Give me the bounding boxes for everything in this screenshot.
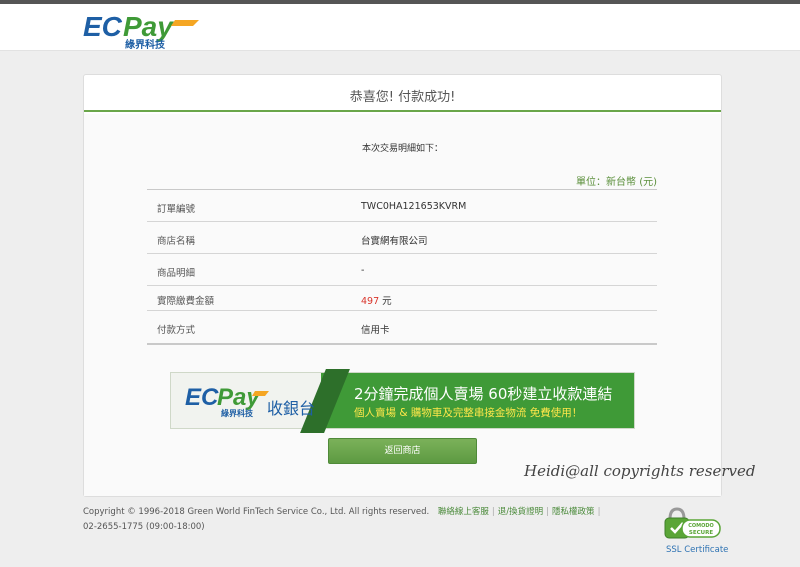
site-header: EC Pay 綠界科技 (0, 4, 800, 51)
table-row-store-name: 商店名稱 台實網有限公司 (147, 222, 657, 254)
footer-link-privacy-policy[interactable]: 隱私權政策 (552, 507, 595, 517)
row-label: 商品明細 (157, 268, 196, 279)
back-to-store-button[interactable]: 返回商店 (328, 438, 477, 464)
ssl-badge-brand: COMODO (688, 523, 714, 529)
amount-number: 497 (361, 296, 380, 307)
ssl-certificate-label[interactable]: SSL Certificate (666, 545, 728, 555)
ssl-badge-secure: SECURE (689, 530, 713, 536)
item-details-value: - (361, 265, 365, 276)
svg-text:EC: EC (83, 11, 123, 42)
amount-value: 497 元 (361, 293, 392, 307)
success-title: 恭喜您! 付款成功! (349, 90, 456, 105)
transaction-details-table: 訂單編號 TWC0HA121653KVRM 商店名稱 台實網有限公司 商品明細 … (147, 189, 657, 345)
footer-link-customer-service[interactable]: 聯絡線上客服 (438, 507, 489, 517)
row-label: 付款方式 (157, 325, 196, 336)
copyright-watermark: Heidi@all copyrights reserved (524, 462, 756, 480)
banner-product-name: 收銀台 (267, 399, 315, 418)
banner-subline: 個人賣場 & 購物車及完整串接金物流 免費使用！ (354, 407, 583, 419)
banner-logo-ec: EC (185, 384, 219, 411)
footer-separator: | (491, 507, 495, 517)
intro-text: 本次交易明細如下： (361, 144, 443, 154)
table-row-amount: 實際繳費金額 497 元 (147, 286, 657, 311)
table-row-item-details: 商品明細 - (147, 254, 657, 286)
banner-logo-subtitle: 綠界科技 (221, 408, 254, 418)
store-name-value: 台實網有限公司 (361, 236, 428, 247)
ecpay-cashier-ad-banner[interactable]: EC Pay 綠界科技 收銀台 2分鐘完成個人賣場 60秒建立收款連結 個人賣場… (170, 369, 635, 433)
footer-link-return-proof[interactable]: 退/換貨證明 (498, 507, 543, 517)
footer-separator: | (597, 507, 601, 517)
row-label: 訂單編號 (157, 204, 196, 215)
banner-headline: 2分鐘完成個人賣場 60秒建立收款連結 (354, 385, 613, 403)
ecpay-logo[interactable]: EC Pay 綠界科技 (83, 10, 203, 50)
footer-line-1: Copyright © 1996-2018 Green World FinTec… (83, 505, 603, 520)
logo-subtitle: 綠界科技 (125, 38, 166, 50)
row-label: 商店名稱 (157, 236, 196, 247)
svg-text:Pay: Pay (123, 11, 174, 42)
order-id-value: TWC0HA121653KVRM (361, 201, 467, 212)
site-footer: Copyright © 1996-2018 Green World FinTec… (83, 505, 603, 535)
row-label: 實際繳費金額 (157, 296, 215, 307)
copyright-text: Copyright © 1996-2018 Green World FinTec… (83, 507, 430, 517)
amount-currency: 元 (382, 296, 392, 307)
banner-logo-pay: Pay (217, 384, 261, 411)
footer-separator: | (546, 507, 550, 517)
currency-unit: 單位：新台幣 (元) (576, 177, 657, 188)
banner-ecpay-logo: EC Pay 綠界科技 收銀台 (185, 384, 315, 418)
table-row-payment-method: 付款方式 信用卡 (147, 311, 657, 343)
footer-phone: 02-2655-1775 (09:00-18:00) (83, 522, 205, 532)
payment-method-value: 信用卡 (361, 325, 390, 336)
table-row-order-id: 訂單編號 TWC0HA121653KVRM (147, 190, 657, 222)
card-header: 恭喜您! 付款成功! (84, 75, 721, 112)
